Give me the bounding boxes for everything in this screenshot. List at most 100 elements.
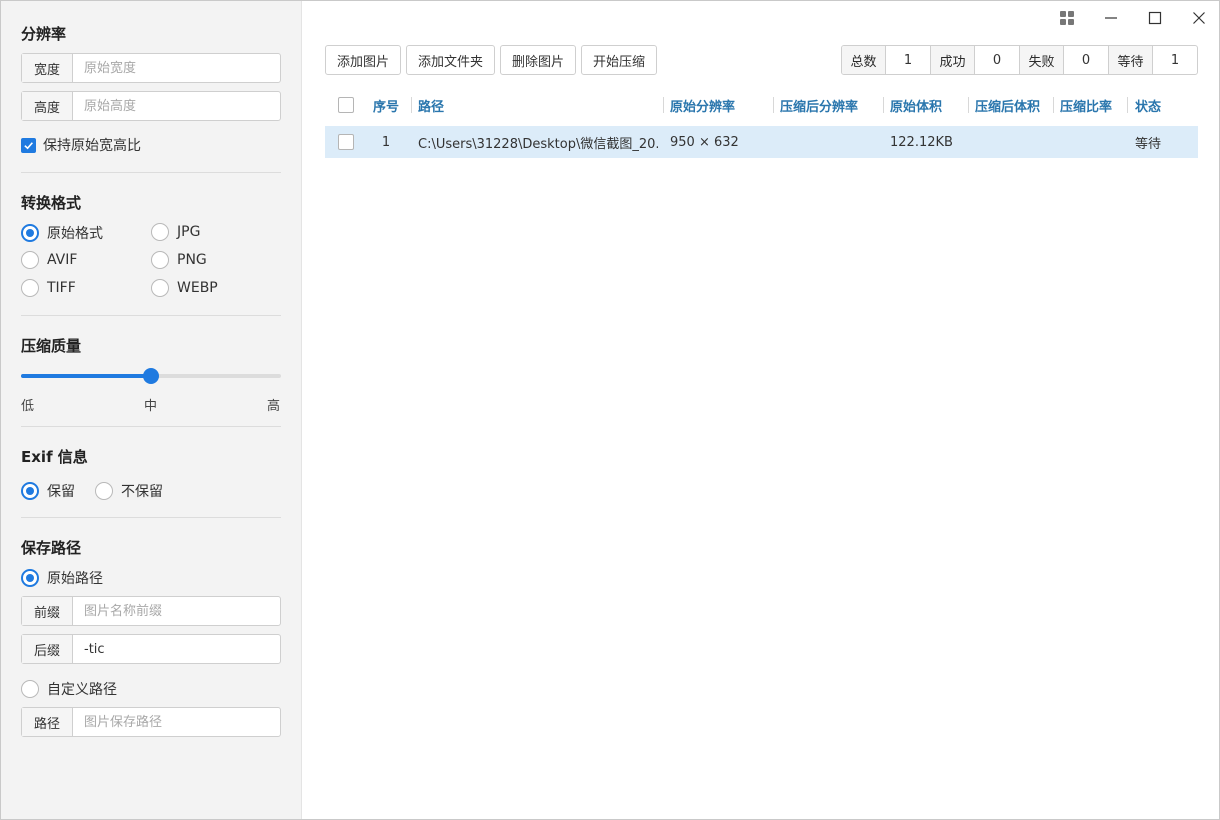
prefix-input[interactable] xyxy=(73,597,280,625)
column-divider xyxy=(663,97,664,113)
original-path-label: 原始路径 xyxy=(47,571,103,587)
exif-keep-label: 保留 xyxy=(47,484,75,500)
close-icon[interactable] xyxy=(1188,7,1210,29)
header-ratio[interactable]: 压缩比率 xyxy=(1060,89,1112,121)
prefix-field: 前缀 xyxy=(21,596,281,626)
header-index[interactable]: 序号 xyxy=(373,89,399,121)
exif-keep-radio[interactable]: 保留 xyxy=(21,481,75,501)
keep-ratio-label: 保持原始宽高比 xyxy=(43,138,141,154)
minimize-icon[interactable] xyxy=(1100,7,1122,29)
checkmark-icon xyxy=(21,137,36,153)
quality-title: 压缩质量 xyxy=(21,337,82,355)
column-divider xyxy=(883,97,884,113)
exif-title: Exif 信息 xyxy=(21,448,88,466)
table-row[interactable]: 1 C:\Users\31228\Desktop\微信截图_20... 950 … xyxy=(325,126,1198,158)
header-orig-size[interactable]: 原始体积 xyxy=(890,89,942,121)
row-checkbox[interactable] xyxy=(338,134,354,150)
suffix-input[interactable] xyxy=(73,635,280,663)
fail-label: 失败 xyxy=(1020,46,1064,74)
path-field: 路径 xyxy=(21,707,281,737)
slider-fill xyxy=(21,374,151,378)
format-original-label: 原始格式 xyxy=(47,226,103,242)
header-new-size[interactable]: 压缩后体积 xyxy=(975,89,1040,121)
column-divider xyxy=(1127,97,1128,113)
header-new-res[interactable]: 压缩后分辨率 xyxy=(780,89,858,121)
format-tiff-radio[interactable]: TIFF xyxy=(21,279,76,297)
height-label: 高度 xyxy=(22,92,73,120)
height-field: 高度 xyxy=(21,91,281,121)
radio-icon xyxy=(21,680,39,698)
radio-selected-icon xyxy=(21,224,39,242)
radio-icon xyxy=(151,223,169,241)
select-all-checkbox[interactable] xyxy=(338,97,354,113)
total-value: 1 xyxy=(886,46,931,74)
column-divider xyxy=(773,97,774,113)
custom-path-radio[interactable]: 自定义路径 xyxy=(21,679,117,699)
success-label: 成功 xyxy=(931,46,975,74)
column-divider xyxy=(411,97,412,113)
radio-icon xyxy=(21,251,39,269)
waiting-label: 等待 xyxy=(1109,46,1153,74)
custom-path-label: 自定义路径 xyxy=(47,682,117,698)
width-input[interactable] xyxy=(73,54,280,82)
quality-high-label: 高 xyxy=(267,399,281,414)
prefix-label: 前缀 xyxy=(22,597,73,625)
maximize-icon[interactable] xyxy=(1144,7,1166,29)
format-title: 转换格式 xyxy=(21,194,82,212)
exif-discard-label: 不保留 xyxy=(121,484,163,500)
format-tiff-label: TIFF xyxy=(47,280,76,296)
row-index: 1 xyxy=(381,134,391,150)
slider-thumb[interactable] xyxy=(143,368,159,384)
radio-icon xyxy=(21,279,39,297)
radio-selected-icon xyxy=(21,569,39,587)
format-png-label: PNG xyxy=(177,252,207,268)
keep-ratio-checkbox[interactable]: 保持原始宽高比 xyxy=(21,135,141,155)
delete-images-button[interactable]: 删除图片 xyxy=(500,45,576,75)
radio-selected-icon xyxy=(21,482,39,500)
add-folder-button[interactable]: 添加文件夹 xyxy=(406,45,495,75)
row-orig-res: 950 × 632 xyxy=(670,134,739,150)
divider xyxy=(21,172,281,173)
header-status[interactable]: 状态 xyxy=(1135,89,1161,121)
divider xyxy=(21,426,281,427)
save-path-title: 保存路径 xyxy=(21,539,82,557)
exif-discard-radio[interactable]: 不保留 xyxy=(95,481,163,501)
height-input[interactable] xyxy=(73,92,280,120)
suffix-label: 后缀 xyxy=(22,635,73,663)
waiting-value: 1 xyxy=(1170,52,1180,68)
row-path: C:\Users\31228\Desktop\微信截图_20... xyxy=(418,136,658,152)
format-png-radio[interactable]: PNG xyxy=(151,251,207,269)
divider xyxy=(21,517,281,518)
format-avif-radio[interactable]: AVIF xyxy=(21,251,77,269)
width-label: 宽度 xyxy=(22,54,73,82)
header-path[interactable]: 路径 xyxy=(418,89,444,121)
grid-icon[interactable] xyxy=(1056,7,1078,29)
column-divider xyxy=(968,97,969,113)
quality-mid-label: 中 xyxy=(144,399,158,414)
format-original-radio[interactable]: 原始格式 xyxy=(21,223,103,243)
success-value: 0 xyxy=(975,46,1020,74)
add-images-button[interactable]: 添加图片 xyxy=(325,45,401,75)
resolution-title: 分辨率 xyxy=(21,25,67,43)
format-jpg-radio[interactable]: JPG xyxy=(151,223,200,241)
radio-icon xyxy=(95,482,113,500)
stats-bar: 总数 1 成功 0 失败 0 等待 1 xyxy=(841,45,1198,75)
quality-slider[interactable] xyxy=(21,367,281,385)
header-orig-res[interactable]: 原始分辨率 xyxy=(670,89,735,121)
format-jpg-label: JPG xyxy=(177,224,201,240)
row-orig-size: 122.12KB xyxy=(890,134,953,150)
format-webp-label: WEBP xyxy=(177,280,218,296)
divider xyxy=(21,315,281,316)
table-header: 序号 路径 原始分辨率 压缩后分辨率 原始体积 压缩后体积 压缩比率 状态 xyxy=(325,89,1198,121)
start-compress-button[interactable]: 开始压缩 xyxy=(581,45,657,75)
radio-icon xyxy=(151,251,169,269)
format-avif-label: AVIF xyxy=(47,252,78,268)
width-field: 宽度 xyxy=(21,53,281,83)
app-window: 分辨率 宽度 高度 保持原始宽高比 转换格式 原始格式 JPG AVIF xyxy=(0,0,1220,820)
original-path-radio[interactable]: 原始路径 xyxy=(21,568,103,588)
settings-sidebar: 分辨率 宽度 高度 保持原始宽高比 转换格式 原始格式 JPG AVIF xyxy=(1,1,302,819)
format-webp-radio[interactable]: WEBP xyxy=(151,279,218,297)
path-input[interactable] xyxy=(73,708,280,736)
radio-icon xyxy=(151,279,169,297)
total-label: 总数 xyxy=(842,46,886,74)
